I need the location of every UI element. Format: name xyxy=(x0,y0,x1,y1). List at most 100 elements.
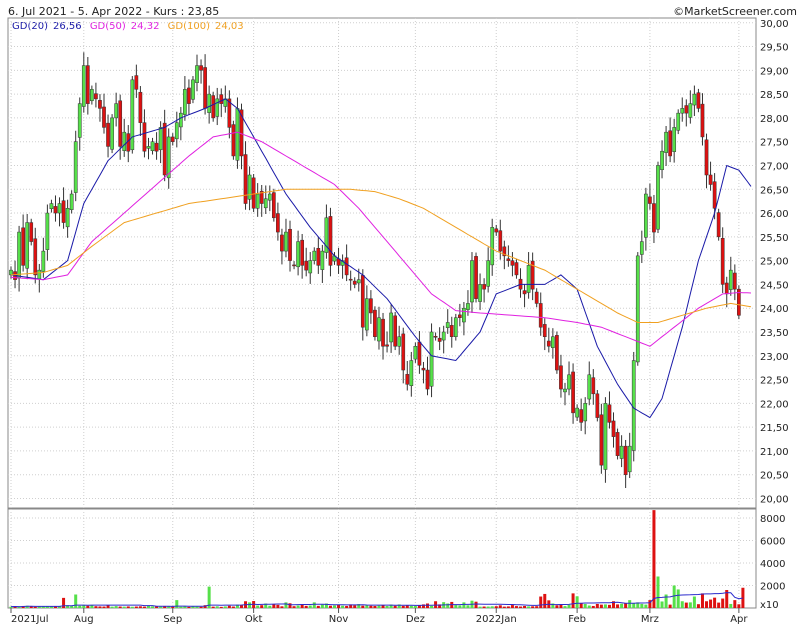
candle-body xyxy=(559,365,563,390)
candle-body xyxy=(656,165,660,230)
volume-bar xyxy=(567,604,571,608)
candle-body xyxy=(635,255,640,363)
candle-body xyxy=(474,256,478,299)
candle-body xyxy=(215,98,220,117)
volume-bar xyxy=(155,606,159,608)
volume-bar xyxy=(498,605,502,608)
volume-bar xyxy=(102,606,106,608)
y-tick-label: 29,50 xyxy=(760,43,789,54)
candle-body xyxy=(409,360,414,386)
y-tick-label: 22,50 xyxy=(760,376,789,387)
candle-body xyxy=(243,154,248,204)
y-tick-label: 27,50 xyxy=(760,138,789,149)
volume-bar xyxy=(110,606,114,608)
candle-body xyxy=(106,122,110,147)
volume-bar xyxy=(118,606,122,608)
candle-body xyxy=(122,131,127,151)
volume-bar xyxy=(531,606,535,608)
candle-body xyxy=(615,432,620,456)
candle-body xyxy=(348,278,353,281)
volume-bar xyxy=(721,598,725,608)
candle-body xyxy=(652,203,656,233)
volume-bar xyxy=(458,605,462,608)
volume-bar xyxy=(369,605,373,608)
y-tick-label: 22,00 xyxy=(760,399,789,410)
x-tick-label: 2022Jan xyxy=(476,614,517,625)
candle-body xyxy=(276,213,280,233)
candle-body xyxy=(150,141,155,151)
candle-body xyxy=(49,203,54,210)
volume-bar xyxy=(276,604,280,608)
volume-bar xyxy=(33,606,37,608)
candle-body xyxy=(563,388,567,393)
candle-body xyxy=(174,122,179,140)
candle-body xyxy=(680,108,685,114)
candle-body xyxy=(445,322,450,328)
candle-body xyxy=(425,369,430,390)
candle-body xyxy=(207,93,211,113)
candle-body xyxy=(660,150,664,171)
volume-bar xyxy=(656,576,660,608)
candle-body xyxy=(292,264,296,267)
candle-body xyxy=(579,409,584,423)
candle-body xyxy=(356,279,361,284)
volume-bar xyxy=(696,604,700,608)
candle-body xyxy=(94,93,98,100)
candle-body xyxy=(360,275,365,328)
volume-bar xyxy=(296,605,300,608)
volume-bar xyxy=(717,602,721,608)
candle-body xyxy=(77,103,82,138)
candle-body xyxy=(81,65,86,107)
volume-bar xyxy=(114,606,118,608)
candle-body xyxy=(195,65,199,83)
candle-body xyxy=(648,196,652,204)
candle-body xyxy=(595,393,600,418)
volume-bar xyxy=(175,600,179,608)
volume-bar xyxy=(672,585,676,608)
volume-bar xyxy=(284,602,288,608)
candle-body xyxy=(429,331,434,387)
volume-panel-frame xyxy=(7,508,757,609)
candle-body xyxy=(401,333,406,371)
volume-bar xyxy=(587,605,591,608)
y-tick-label: 24,50 xyxy=(760,280,789,291)
candle-body xyxy=(542,324,547,337)
volume-bar xyxy=(292,606,296,608)
candle-body xyxy=(162,122,167,176)
candle-body xyxy=(344,257,349,276)
volume-bar xyxy=(130,606,134,608)
volume-bar xyxy=(320,604,324,608)
candle-body xyxy=(41,250,46,272)
x-tick-label: Feb xyxy=(568,614,586,625)
volume-bar xyxy=(300,604,304,608)
volume-bar xyxy=(523,605,527,608)
candle-body xyxy=(178,112,183,128)
candle-body xyxy=(704,139,709,176)
volume-bar xyxy=(482,606,486,608)
volume-bar xyxy=(486,606,490,608)
candle-body xyxy=(166,136,171,179)
candle-body xyxy=(29,222,34,242)
volume-bar xyxy=(624,603,628,608)
volume-bar xyxy=(409,605,413,608)
candle-body xyxy=(134,75,139,90)
candle-body xyxy=(393,315,398,347)
candle-body xyxy=(9,269,13,276)
volume-bar xyxy=(62,597,66,608)
volume-bar xyxy=(94,606,98,608)
volume-bar xyxy=(688,602,692,608)
volume-bar xyxy=(401,605,405,608)
volume-bar xyxy=(599,604,603,608)
candle-body xyxy=(546,340,551,347)
candle-body xyxy=(514,262,519,276)
volume-tick-label: 6000 xyxy=(760,537,785,548)
candle-body xyxy=(672,127,677,152)
candle-body xyxy=(21,227,25,266)
y-tick-label: 23,50 xyxy=(760,328,789,339)
volume-bar xyxy=(591,605,595,608)
volume-bar xyxy=(640,603,644,608)
candle-body xyxy=(57,203,62,214)
volume-bar xyxy=(199,606,203,608)
candle-body xyxy=(692,93,697,106)
volume-bar xyxy=(644,604,648,608)
